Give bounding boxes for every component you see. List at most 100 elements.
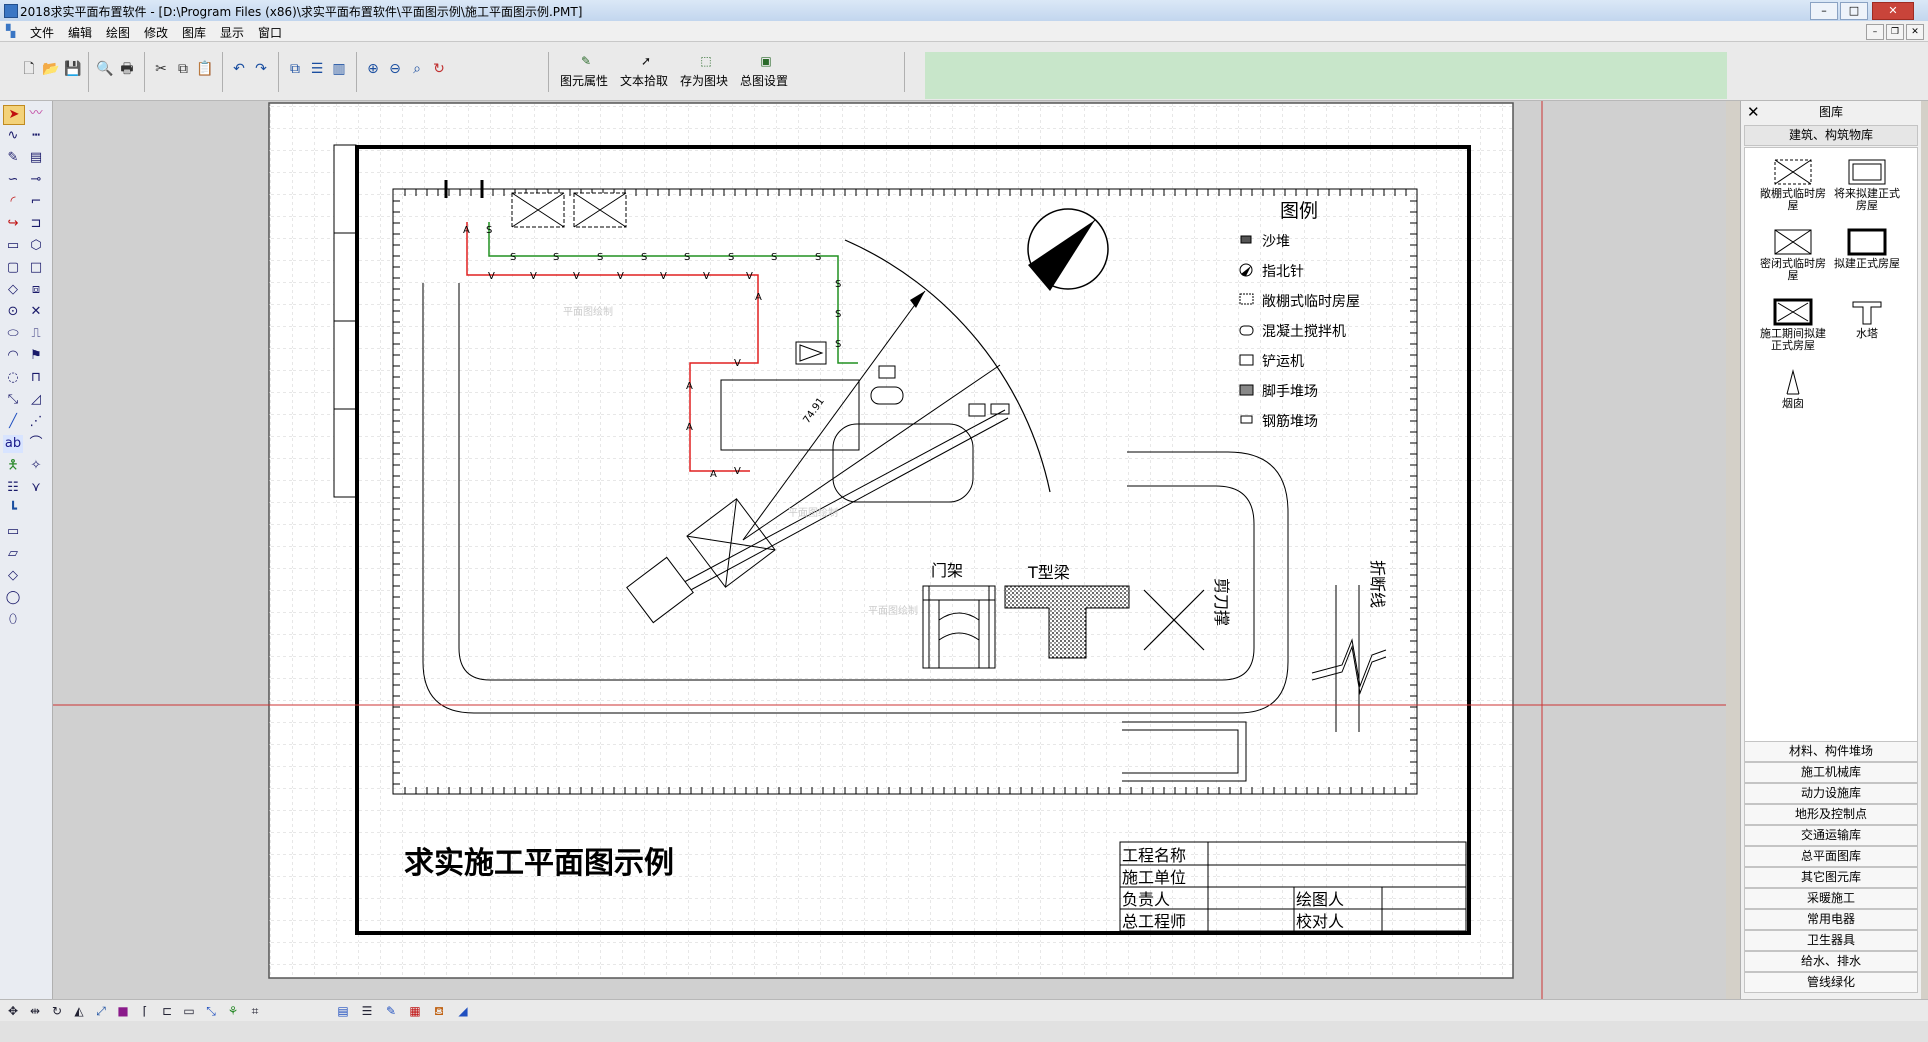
line-tool-icon[interactable]: ╱ (3, 413, 23, 431)
corner-tool-icon[interactable]: ┗ (3, 501, 23, 519)
undo-icon[interactable]: ↶ (230, 60, 248, 78)
library-item[interactable]: 烟囱 (1757, 368, 1829, 410)
array-icon[interactable]: ⚘ (224, 1003, 242, 1019)
open-folder-icon[interactable]: 📂 (42, 60, 60, 78)
new-file-icon[interactable]: 🗋 (20, 60, 38, 78)
print-preview-icon[interactable]: 🔍 (96, 60, 114, 78)
library-item[interactable]: 水塔 (1831, 298, 1903, 340)
library-category[interactable]: 总平面图库 (1744, 846, 1918, 867)
pill-tool-icon[interactable]: ⬯ (3, 611, 23, 629)
library-item[interactable]: 拟建正式房屋 (1831, 228, 1903, 270)
element-properties-button[interactable]: 图元属性 (560, 72, 608, 89)
library-category[interactable]: 交通运输库 (1744, 825, 1918, 846)
library-category[interactable]: 动力设施库 (1744, 783, 1918, 804)
line-width-icon[interactable]: ☰ (358, 1003, 376, 1019)
print-icon[interactable]: 🖶 (118, 60, 136, 78)
menu-draw[interactable]: 绘图 (106, 24, 130, 41)
mirror-icon[interactable]: ◭ (70, 1003, 88, 1019)
slope-tool-icon[interactable]: ◿ (26, 391, 46, 409)
dotted-tool-icon[interactable]: ⋰ (26, 413, 46, 431)
square-tool-icon[interactable]: □ (26, 259, 46, 277)
star-tool-icon[interactable]: ✧ (26, 457, 46, 475)
menu-view[interactable]: 显示 (220, 24, 244, 41)
pulse-tool-icon[interactable]: ⎍ (26, 325, 46, 343)
box-tool-icon[interactable]: ▭ (3, 523, 23, 541)
menu-modify[interactable]: 修改 (144, 24, 168, 41)
dim-tool-icon[interactable]: ⤡ (3, 391, 23, 409)
library-category[interactable]: 地形及控制点 (1744, 804, 1918, 825)
fill-icon[interactable]: ⛾ (430, 1003, 448, 1019)
polyline-tool-icon[interactable]: 〰 (26, 105, 46, 123)
cut-icon[interactable]: ✂ (152, 60, 170, 78)
save-block-button[interactable]: 存为图块 (680, 72, 728, 89)
lens-tool-icon[interactable]: ◌ (3, 369, 23, 387)
library-category-active[interactable]: 建筑、构筑物库 (1744, 125, 1918, 146)
rhombus-tool-icon[interactable]: ◇ (3, 567, 23, 585)
semicircle-tool-icon[interactable]: ◠ (3, 347, 23, 365)
wave-tool-icon[interactable]: ∿ (3, 127, 23, 145)
library-category[interactable]: 材料、构件堆场 (1744, 741, 1918, 762)
dash-line-tool-icon[interactable]: ┅ (26, 127, 46, 145)
pencil-tool-icon[interactable]: ✎ (3, 149, 23, 167)
menu-edit[interactable]: 编辑 (68, 24, 92, 41)
text-pick-button[interactable]: 文本拾取 (620, 72, 668, 89)
drawing-canvas[interactable]: SSSSSSSSSSSSVVVVVVVVVAAAAA 74.91 门架 T型梁 … (53, 101, 1726, 999)
hatch-icon[interactable]: ▦ (406, 1003, 424, 1019)
save-icon[interactable]: 💾 (64, 60, 82, 78)
bend-tool-icon[interactable]: ⌒ (26, 435, 46, 453)
list-tool-icon[interactable]: ☷ (3, 479, 23, 497)
library-category[interactable]: 采暖施工 (1744, 888, 1918, 909)
line-style-icon[interactable]: ▤ (334, 1003, 352, 1019)
select-arrow-icon[interactable]: ➤ (3, 105, 25, 125)
blocks-tool-icon[interactable]: ⧈ (26, 281, 46, 299)
flag-tool-icon[interactable]: ⚑ (26, 347, 46, 365)
mdi-restore-button[interactable]: ❐ (1886, 24, 1904, 40)
pen-color-icon[interactable]: ✎ (382, 1003, 400, 1019)
layer-middle-icon[interactable]: ☰ (308, 60, 326, 78)
library-category[interactable]: 卫生器具 (1744, 930, 1918, 951)
library-category[interactable]: 其它图元库 (1744, 867, 1918, 888)
menu-library[interactable]: 图库 (182, 24, 206, 41)
frame-icon[interactable]: ▭ (180, 1003, 198, 1019)
circle-tool-icon[interactable]: ⊙ (3, 303, 23, 321)
mdi-minimize-button[interactable]: – (1866, 24, 1884, 40)
library-item[interactable]: 施工期间拟建正式房屋 (1757, 298, 1829, 352)
zoom-window-icon[interactable]: ⌕ (408, 60, 426, 78)
curve-tool-icon[interactable]: ∽ (3, 171, 23, 189)
pan-icon[interactable]: ✥ (4, 1003, 22, 1019)
library-item[interactable]: 密闭式临时房屋 (1757, 228, 1829, 282)
menu-window[interactable]: 窗口 (258, 24, 282, 41)
arrow-line-tool-icon[interactable]: ↪ (3, 215, 23, 233)
polygon-tool-icon[interactable]: ⬡ (26, 237, 46, 255)
fork-tool-icon[interactable]: ⋎ (26, 479, 46, 497)
fit-width-icon[interactable]: ⇹ (26, 1003, 44, 1019)
stretch-icon[interactable]: ⤡ (202, 1003, 220, 1019)
library-close-button[interactable]: ✕ (1747, 103, 1760, 121)
plan-settings-button[interactable]: 总图设置 (740, 72, 788, 89)
library-category[interactable]: 给水、排水 (1744, 951, 1918, 972)
gantry-tool-icon[interactable]: ⊓ (26, 369, 46, 387)
zoom-refresh-icon[interactable]: ↻ (430, 60, 448, 78)
library-category[interactable]: 施工机械库 (1744, 762, 1918, 783)
text-style-icon[interactable]: ◢ (454, 1003, 472, 1019)
zoom-in-icon[interactable]: ⊕ (364, 60, 382, 78)
parallelogram-tool-icon[interactable]: ▱ (3, 545, 23, 563)
library-category[interactable]: 常用电器 (1744, 909, 1918, 930)
cross-tool-icon[interactable]: ✕ (26, 303, 46, 321)
rotate-icon[interactable]: ↻ (48, 1003, 66, 1019)
maximize-button[interactable]: □ (1840, 2, 1868, 20)
fillet-icon[interactable]: ⌈ (136, 1003, 154, 1019)
step-tool-icon[interactable]: ⌐ (26, 193, 46, 211)
scale-icon[interactable]: ⤢ (92, 1003, 110, 1019)
round-rect-tool-icon[interactable]: ▢ (3, 259, 23, 277)
minimize-button[interactable]: – (1810, 2, 1838, 20)
measure-icon[interactable]: ⌗ (246, 1003, 264, 1019)
bracket-tool-icon[interactable]: ⊐ (26, 215, 46, 233)
zoom-out-icon[interactable]: ⊖ (386, 60, 404, 78)
text-tool-icon[interactable]: ab (3, 435, 23, 453)
library-item[interactable]: 将来拟建正式房屋 (1831, 158, 1903, 212)
library-item[interactable]: 敞棚式临时房屋 (1757, 158, 1829, 212)
close-window-button[interactable]: ✕ (1872, 2, 1914, 20)
layer-back-icon[interactable]: ▥ (330, 60, 348, 78)
person-tool-icon[interactable]: 🯅 (3, 457, 23, 475)
